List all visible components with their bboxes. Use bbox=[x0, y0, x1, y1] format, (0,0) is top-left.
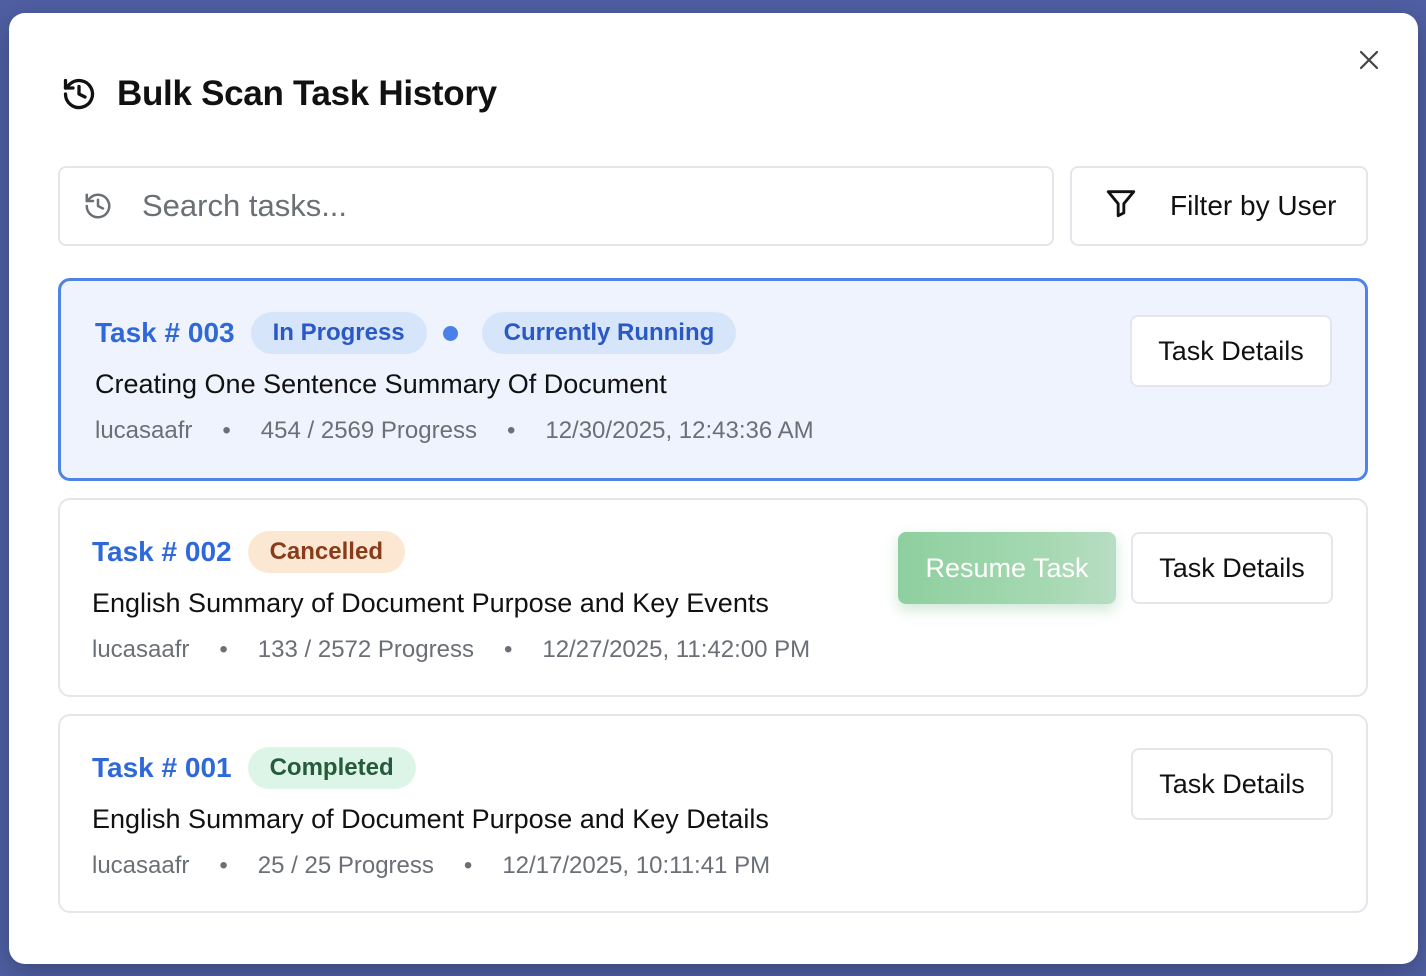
task-id: Task # 003 bbox=[95, 317, 235, 348]
meta-separator: • bbox=[219, 636, 228, 663]
task-id: Task # 001 bbox=[92, 752, 232, 783]
task-meta: lucasaafr • 454 / 2569 Progress • 12/30/… bbox=[95, 417, 814, 445]
meta-separator: • bbox=[219, 852, 228, 879]
task-header: Task # 003 In Progress Currently Running bbox=[95, 311, 737, 355]
filter-icon bbox=[1104, 186, 1138, 227]
task-user: lucasaafr bbox=[95, 417, 193, 444]
running-badge: Currently Running bbox=[481, 312, 737, 354]
task-history-modal: Bulk Scan Task History Filter by User bbox=[9, 13, 1418, 964]
task-timestamp: 12/27/2025, 11:42:00 PM bbox=[542, 636, 811, 663]
meta-separator: • bbox=[506, 417, 516, 444]
modal-header: Bulk Scan Task History bbox=[61, 61, 497, 127]
task-meta: lucasaafr • 25 / 25 Progress • 12/17/202… bbox=[92, 852, 770, 880]
task-card-003[interactable]: Task # 003 In Progress Currently Running… bbox=[58, 278, 1368, 481]
meta-separator: • bbox=[463, 852, 473, 879]
task-name: English Summary of Document Purpose and … bbox=[92, 804, 769, 834]
close-button[interactable] bbox=[1354, 47, 1384, 77]
history-icon bbox=[82, 190, 114, 222]
task-details-button[interactable]: Task Details bbox=[1131, 532, 1333, 604]
task-card-001[interactable]: Task # 001 Completed English Summary of … bbox=[58, 714, 1368, 913]
filter-by-user-button[interactable]: Filter by User bbox=[1070, 166, 1368, 246]
task-progress: 133 / 2572 Progress bbox=[257, 636, 474, 663]
close-icon bbox=[1357, 48, 1381, 77]
task-header: Task # 002 Cancelled bbox=[92, 530, 405, 574]
task-timestamp: 12/17/2025, 10:11:41 PM bbox=[502, 852, 771, 879]
task-progress: 25 / 25 Progress bbox=[257, 852, 434, 879]
task-card-002[interactable]: Task # 002 Cancelled English Summary of … bbox=[58, 498, 1368, 697]
task-details-button[interactable]: Task Details bbox=[1131, 748, 1333, 820]
task-meta: lucasaafr • 133 / 2572 Progress • 12/27/… bbox=[92, 636, 810, 664]
task-timestamp: 12/30/2025, 12:43:36 AM bbox=[545, 417, 814, 444]
resume-task-button[interactable]: Resume Task bbox=[898, 532, 1116, 604]
task-details-button[interactable]: Task Details bbox=[1130, 315, 1332, 387]
task-name: English Summary of Document Purpose and … bbox=[92, 588, 769, 618]
search-box[interactable] bbox=[58, 166, 1054, 246]
status-badge: In Progress bbox=[250, 312, 427, 354]
filter-label: Filter by User bbox=[1170, 190, 1337, 221]
task-progress: 454 / 2569 Progress bbox=[260, 417, 477, 444]
meta-separator: • bbox=[222, 417, 231, 444]
status-badge: Cancelled bbox=[247, 531, 405, 573]
task-user: lucasaafr bbox=[92, 852, 190, 879]
modal-title: Bulk Scan Task History bbox=[117, 74, 497, 113]
task-header: Task # 001 Completed bbox=[92, 746, 416, 790]
task-name: Creating One Sentence Summary Of Documen… bbox=[95, 369, 667, 399]
task-id: Task # 002 bbox=[92, 536, 232, 567]
status-badge: Completed bbox=[247, 747, 416, 789]
history-icon bbox=[61, 76, 97, 112]
task-user: lucasaafr bbox=[92, 636, 190, 663]
meta-separator: • bbox=[503, 636, 513, 663]
search-input[interactable] bbox=[142, 188, 1022, 224]
running-indicator-dot bbox=[442, 325, 458, 341]
